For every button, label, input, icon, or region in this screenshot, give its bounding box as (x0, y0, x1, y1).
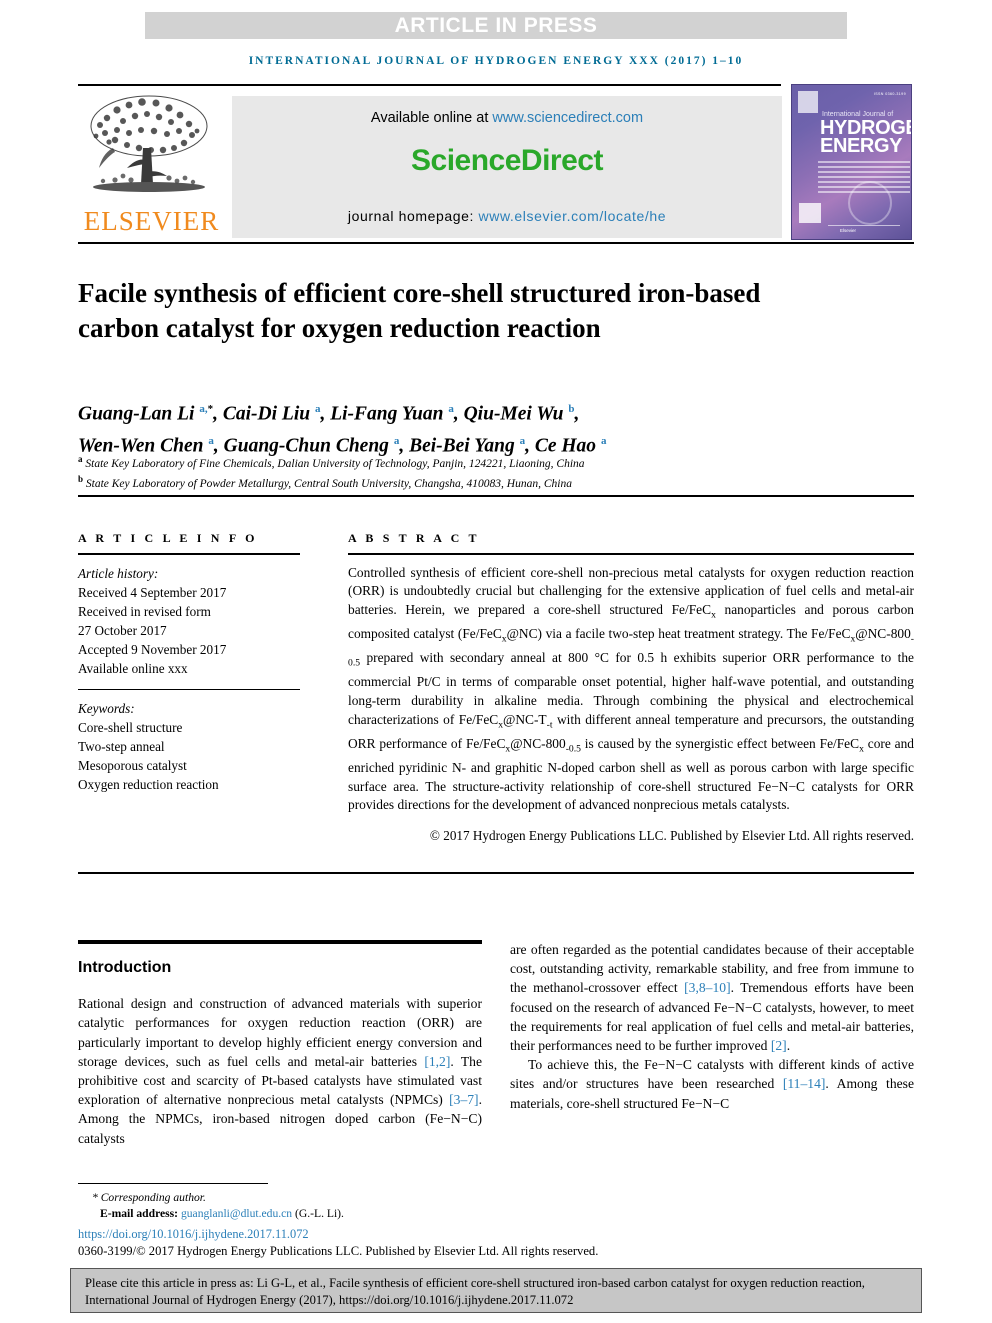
body-seg: Rational design and construction of adva… (78, 996, 482, 1069)
abstract-rule (348, 553, 914, 555)
abstract-column: A B S T R A C T Controlled synthesis of … (348, 531, 914, 846)
citation-ref[interactable]: [1,2] (424, 1054, 450, 1069)
sciencedirect-logo: ScienceDirect (411, 144, 603, 177)
introduction-left-column: Introduction Rational design and constru… (78, 940, 482, 1148)
body-seg: . (786, 1038, 791, 1054)
author-name: , Qiu-Mei Wu (453, 403, 569, 425)
article-info-rule (78, 553, 300, 555)
citation-ref[interactable]: [3–7] (449, 1092, 478, 1107)
email-note: E-mail address: guanglanli@dlut.edu.cn (… (78, 1206, 718, 1222)
article-history-item: Received 4 September 2017 (78, 584, 227, 600)
journal-homepage-prefix: journal homepage: (347, 208, 479, 224)
email-suffix: (G.-L. Li). (292, 1206, 344, 1220)
elsevier-logo: ELSEVIER (79, 88, 224, 238)
keyword-item: Core-shell structure (78, 719, 183, 735)
header-top-rule (78, 84, 781, 86)
article-history-block: Article history: Received 4 September 20… (78, 564, 300, 678)
article-info-column: A R T I C L E I N F O Article history: R… (78, 531, 300, 794)
journal-cover-thumbnail: ISSN 0360-3199 International Journal of … (791, 84, 912, 240)
footnote-block: * Corresponding author. E-mail address: … (78, 1190, 718, 1221)
abstract-paragraph: Controlled synthesis of efficient core-s… (348, 564, 914, 815)
article-history-item: Available online xxx (78, 660, 188, 676)
cover-footer-label: Elsevier (840, 228, 857, 233)
affiliation-item: a State Key Laboratory of Fine Chemicals… (78, 452, 914, 472)
elsevier-wordmark: ELSEVIER (83, 206, 220, 236)
affiliation-text: State Key Laboratory of Powder Metallurg… (85, 477, 572, 490)
elsevier-tree-icon (90, 95, 208, 192)
cite-this-article-text: Please cite this article in press as: Li… (85, 1276, 865, 1307)
keyword-item: Two-step anneal (78, 738, 165, 754)
abstract-seg: is caused by the synergistic effect betw… (580, 735, 860, 751)
introduction-paragraph: To achieve this, the Fe−N−C catalysts wi… (510, 1055, 914, 1113)
affiliation-marker: a (78, 454, 83, 464)
section-rule (78, 940, 482, 944)
author-name: , Cai-Di Liu (213, 403, 315, 425)
affiliation-text: State Key Laboratory of Fine Chemicals, … (85, 457, 585, 470)
email-label: E-mail address: (100, 1206, 181, 1220)
abstract-bottom-rule (78, 872, 914, 874)
sciencedirect-panel: Available online at www.sciencedirect.co… (232, 96, 782, 238)
corresponding-author-note: * Corresponding author. (92, 1191, 206, 1204)
page-title: Facile synthesis of efficient core-shell… (78, 278, 761, 344)
article-in-press-banner: ARTICLE IN PRESS (145, 12, 847, 39)
citation-ref[interactable]: [2] (771, 1038, 787, 1053)
article-info-divider (78, 688, 300, 690)
abstract-seg: @NC) via a facile two-step heat treatmen… (506, 625, 851, 641)
abstract-seg: @NC-800 (510, 735, 566, 751)
introduction-paragraph: Rational design and construction of adva… (78, 994, 482, 1148)
cover-issn-label: ISSN 0360-3199 (873, 92, 906, 96)
author-affil-marker: a (600, 434, 607, 447)
cover-publisher-badge-icon (798, 91, 818, 113)
cover-footer-rule (828, 225, 900, 226)
author-name: Guang-Lan Li (78, 403, 200, 425)
article-history-item: 27 October 2017 (78, 622, 167, 638)
article-in-press-label: ARTICLE IN PRESS (394, 13, 598, 37)
article-info-heading: A R T I C L E I N F O (78, 531, 258, 545)
author-name: , Li-Fang Yuan (320, 403, 449, 425)
journal-homepage-link[interactable]: www.elsevier.com/locate/he (479, 208, 667, 224)
abstract-subscript: -0.5 (565, 743, 581, 755)
cover-title-line2: ENERGY (820, 135, 903, 157)
article-history-item: Received in revised form (78, 603, 211, 619)
author-affil-marker: a, (199, 403, 208, 415)
citation-ref[interactable]: [11–14] (783, 1076, 826, 1091)
introduction-paragraph: are often regarded as the potential cand… (510, 940, 914, 1055)
issn-copyright-line: 0360-3199/© 2017 Hydrogen Energy Publica… (78, 1244, 599, 1258)
authors-bottom-rule (78, 495, 914, 497)
article-history-label: Article history: (78, 565, 159, 581)
abstract-seg: @NC-T (503, 711, 547, 727)
abstract-copyright: © 2017 Hydrogen Energy Publications LLC.… (429, 827, 914, 843)
email-link[interactable]: guanglanli@dlut.edu.cn (181, 1207, 292, 1220)
section-title-introduction: Introduction (78, 959, 172, 976)
available-online-prefix: Available online at (370, 110, 493, 126)
author-separator: , (574, 403, 580, 425)
citation-ref[interactable]: [3,8–10] (684, 980, 730, 995)
affiliation-marker: b (78, 473, 84, 484)
cover-ring-graphic (848, 181, 892, 225)
cite-this-article-box: Please cite this article in press as: Li… (70, 1268, 922, 1313)
keywords-block: Keywords: Core-shell structure Two-step … (78, 699, 300, 794)
keyword-item: Mesoporous catalyst (78, 757, 187, 773)
keyword-item: Oxygen reduction reaction (78, 776, 219, 792)
abstract-heading: A B S T R A C T (348, 531, 480, 545)
affiliation-list: a State Key Laboratory of Fine Chemicals… (78, 452, 914, 492)
doi-link[interactable]: https://doi.org/10.1016/j.ijhydene.2017.… (78, 1227, 309, 1242)
sciencedirect-url-link[interactable]: www.sciencedirect.com (492, 110, 643, 126)
footnote-rule (78, 1183, 268, 1184)
author-list: Guang-Lan Li a,*, Cai-Di Liu a, Li-Fang … (78, 396, 914, 459)
abstract-seg: @NC-800 (855, 625, 911, 641)
cover-ihe-logo-icon (799, 203, 821, 223)
abstract-body: Controlled synthesis of efficient core-s… (348, 564, 914, 846)
affiliation-item: b State Key Laboratory of Powder Metallu… (78, 472, 914, 492)
available-online-line: Available online at www.sciencedirect.co… (232, 110, 782, 126)
journal-running-head: INTERNATIONAL JOURNAL OF HYDROGEN ENERGY… (248, 55, 744, 67)
keywords-label: Keywords: (78, 700, 135, 716)
abstract-seg: FeC (688, 601, 712, 617)
article-history-item: Accepted 9 November 2017 (78, 641, 227, 657)
header-bottom-rule (78, 242, 914, 244)
journal-homepage-line: journal homepage: www.elsevier.com/locat… (232, 208, 782, 224)
author-line-1: Guang-Lan Li a,*, Cai-Di Liu a, Li-Fang … (78, 396, 914, 428)
introduction-right-column: are often regarded as the potential cand… (510, 940, 914, 1113)
